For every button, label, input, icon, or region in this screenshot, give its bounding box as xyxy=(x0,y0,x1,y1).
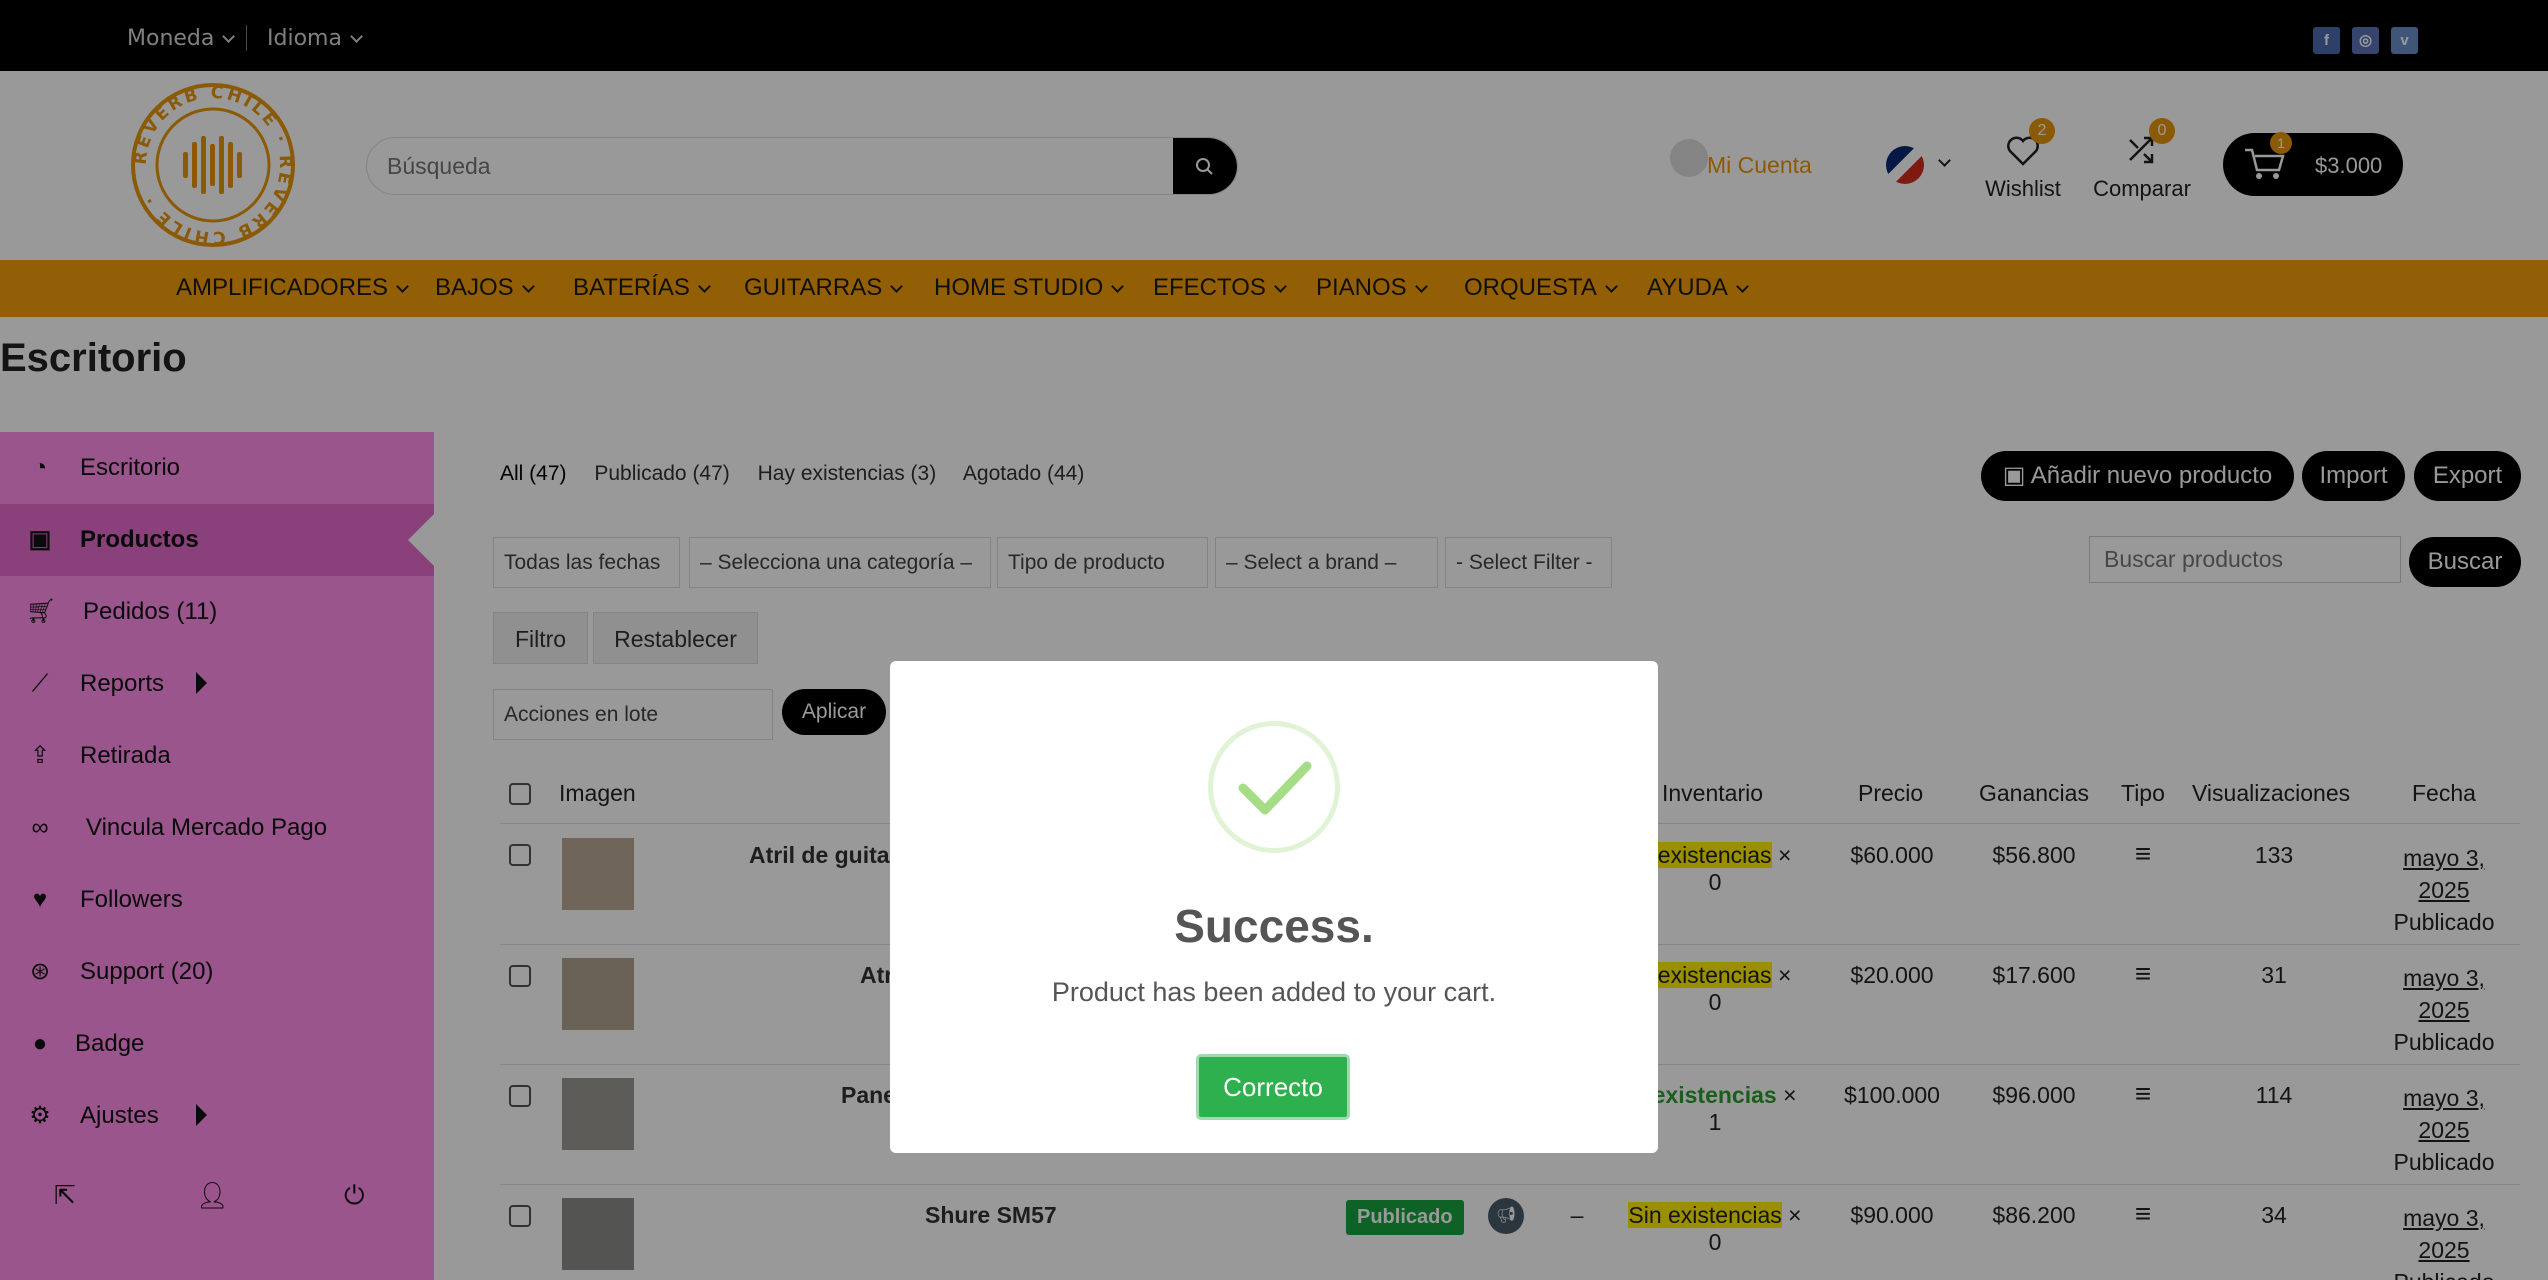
dialog-title: Success. xyxy=(1174,900,1374,952)
success-dialog: Success. Product has been added to your … xyxy=(890,661,1658,1153)
checkmark-icon xyxy=(1238,761,1312,815)
confirm-button[interactable]: Correcto xyxy=(1196,1054,1350,1120)
success-icon xyxy=(1208,721,1340,853)
dialog-message: Product has been added to your cart. xyxy=(1051,977,1497,1007)
